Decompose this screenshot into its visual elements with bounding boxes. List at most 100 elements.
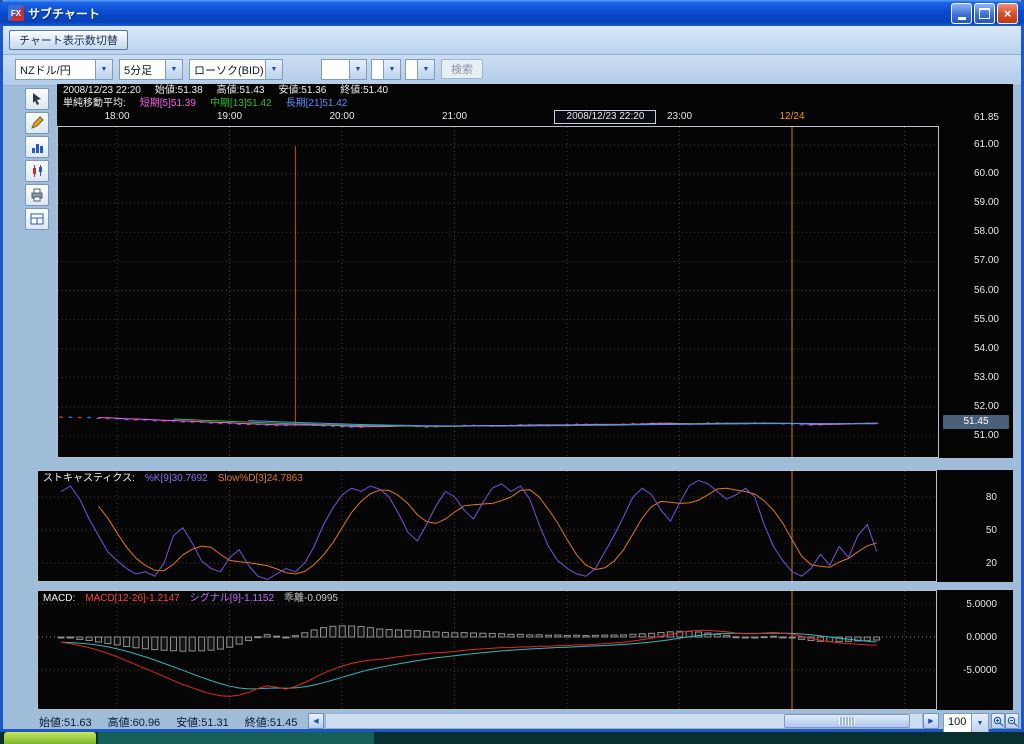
candlestick-icon [29, 163, 45, 179]
stoch-tick-label: 80 [939, 491, 997, 504]
magnifier-minus-icon [1007, 716, 1018, 727]
toolbar-settings: NZドル/円 ▼ 5分足 ▼ ローソク(BID) ▼ ▼ ▼ ▼ [3, 55, 1021, 86]
session-close: 終値:51.45 [245, 714, 298, 730]
ma-short-value: 短期[5]51.39 [140, 97, 196, 110]
ma-short-line [99, 418, 877, 427]
minimize-icon [958, 17, 966, 20]
zoom-out-button[interactable] [1005, 713, 1019, 729]
macd-histogram [58, 626, 880, 651]
tool-sidebar [25, 88, 51, 232]
ma-mid-value: 中期[13]51.42 [210, 97, 272, 110]
layout-tool-button[interactable] [25, 208, 49, 230]
macd-panel: MACD: MACD[12-26]-1.2147 シグナル[9]-1.1152 … [37, 590, 1013, 710]
macd-signal-value: シグナル[9]-1.1152 [190, 592, 274, 605]
pencil-icon [29, 115, 45, 131]
timeframe-select[interactable]: 5分足 ▼ [119, 59, 183, 80]
time-label: 21:00 [430, 110, 480, 123]
bottom-bar: 始値:51.63 高値:60.96 安値:51.31 終値:51.45 ◀ ▶ … [3, 710, 1021, 732]
titlebar[interactable]: FX サブチャート × [0, 0, 1024, 26]
chevron-down-icon[interactable]: ▼ [95, 60, 112, 79]
stochastics-panel: ストキャスティクス: %K[9]30.7692 Slow%D[3]24.7863… [37, 470, 1013, 582]
chevron-down-icon[interactable]: ▼ [165, 60, 182, 79]
close-button[interactable]: × [997, 3, 1018, 24]
magnifier-plus-icon [993, 716, 1004, 727]
maximize-button[interactable] [974, 3, 995, 24]
select-tool-button[interactable] [25, 88, 49, 110]
candle-close: 終値:51.40 [340, 84, 388, 97]
zoom-in-button[interactable] [991, 713, 1005, 729]
time-axis: 61.85 18:0019:0020:0021:0023:0012/242008… [57, 110, 1013, 126]
panels-icon [29, 211, 45, 227]
macd-axis: 5.00000.0000-5.0000 [939, 590, 1011, 710]
candle-tool-button[interactable] [25, 160, 49, 182]
taskbar-tab[interactable] [4, 732, 96, 744]
app-icon: FX [8, 5, 24, 21]
extra-select-3[interactable]: ▼ [405, 59, 435, 80]
chart-count-toggle-button[interactable]: チャート表示数切替 [9, 30, 128, 50]
main-chart-plot[interactable] [57, 126, 939, 458]
charttype-select[interactable]: ローソク(BID) ▼ [189, 59, 283, 80]
macd-title: MACD: [43, 592, 75, 605]
minimize-button[interactable] [951, 3, 972, 24]
current-time-box: 2008/12/23 22:20 [554, 110, 656, 124]
session-info-row: 始値:51.63 高値:60.96 安値:51.31 終値:51.45 [39, 714, 297, 730]
chevron-down-icon[interactable]: ▼ [383, 60, 400, 79]
ma-info-row: 単純移動平均: 短期[5]51.39 中期[13]51.42 長期[21]51.… [57, 97, 1013, 110]
scrollbar-thumb[interactable] [784, 714, 910, 728]
chevron-down-icon[interactable]: ▼ [265, 60, 282, 79]
main-chart-canvas [58, 127, 938, 457]
candle-datetime: 2008/12/23 22:20 [63, 84, 141, 97]
chevron-down-icon[interactable]: ▼ [417, 60, 434, 79]
stochastics-canvas [38, 471, 936, 581]
price-tick-label: 55.00 [941, 313, 999, 326]
app-window: FX サブチャート × チャート表示数切替 NZドル/円 ▼ 5分足 ▼ ローソ… [0, 0, 1024, 732]
stochastics-label-row: ストキャスティクス: %K[9]30.7692 Slow%D[3]24.7863 [43, 472, 303, 485]
candles-layer [59, 146, 879, 428]
stochastics-plot[interactable]: ストキャスティクス: %K[9]30.7692 Slow%D[3]24.7863 [37, 470, 937, 582]
candle-high: 高値:51.43 [217, 84, 265, 97]
chart-scrollbar[interactable] [325, 713, 923, 729]
time-label: 18:00 [92, 110, 142, 123]
price-tick-label: 52.00 [941, 400, 999, 413]
extra-select-1[interactable]: ▼ [321, 59, 367, 80]
draw-tool-button[interactable] [25, 112, 49, 134]
scrollbar-grip-icon [839, 717, 855, 725]
price-tick-label: 60.00 [941, 167, 999, 180]
stoch-tick-label: 20 [939, 557, 997, 570]
ma-long-value: 長期[21]51.42 [286, 97, 348, 110]
price-chart-section: 2008/12/23 22:20 始値:51.38 高値:51.43 安値:51… [57, 84, 1013, 458]
extra-select-2[interactable]: ▼ [371, 59, 401, 80]
session-high: 高値:60.96 [108, 714, 161, 730]
screen: FX サブチャート × チャート表示数切替 NZドル/円 ▼ 5分足 ▼ ローソ… [0, 0, 1024, 744]
price-tick-label: 53.00 [941, 371, 999, 384]
chevron-down-icon[interactable]: ▼ [971, 714, 988, 733]
chevron-down-icon[interactable]: ▼ [349, 60, 366, 79]
ma-label: 単純移動平均: [63, 97, 126, 110]
scroll-right-button[interactable]: ▶ [923, 713, 939, 729]
zoom-level-select[interactable]: 100 ▼ [943, 713, 989, 734]
macd-plot[interactable]: MACD: MACD[12-26]-1.2147 シグナル[9]-1.1152 … [37, 590, 937, 710]
stoch-k-value: %K[9]30.7692 [145, 472, 208, 485]
time-label: 20:00 [317, 110, 367, 123]
print-tool-button[interactable] [25, 184, 49, 206]
macd-tick-label: 5.0000 [939, 598, 997, 611]
scroll-left-button[interactable]: ◀ [308, 713, 324, 729]
price-tick-label: 51.00 [941, 429, 999, 442]
bar-chart-tool-button[interactable] [25, 136, 49, 158]
pair-select[interactable]: NZドル/円 ▼ [15, 59, 113, 80]
stoch-d-line [99, 488, 877, 574]
session-open: 始値:51.63 [39, 714, 92, 730]
window-controls: × [951, 3, 1020, 24]
search-button[interactable]: 検索 [441, 59, 483, 79]
session-low: 安値:51.31 [176, 714, 229, 730]
time-label: 12/24 [767, 110, 817, 123]
price-tick-label: 58.00 [941, 225, 999, 238]
window-title: サブチャート [28, 5, 100, 22]
candle-open: 始値:51.38 [155, 84, 203, 97]
cursor-icon [29, 91, 45, 107]
price-tick-label: 54.00 [941, 342, 999, 355]
macd-canvas [38, 591, 936, 709]
toolbar-top: チャート表示数切替 [3, 26, 1021, 55]
stoch-title: ストキャスティクス: [43, 472, 135, 485]
price-tick-label: 56.00 [941, 284, 999, 297]
